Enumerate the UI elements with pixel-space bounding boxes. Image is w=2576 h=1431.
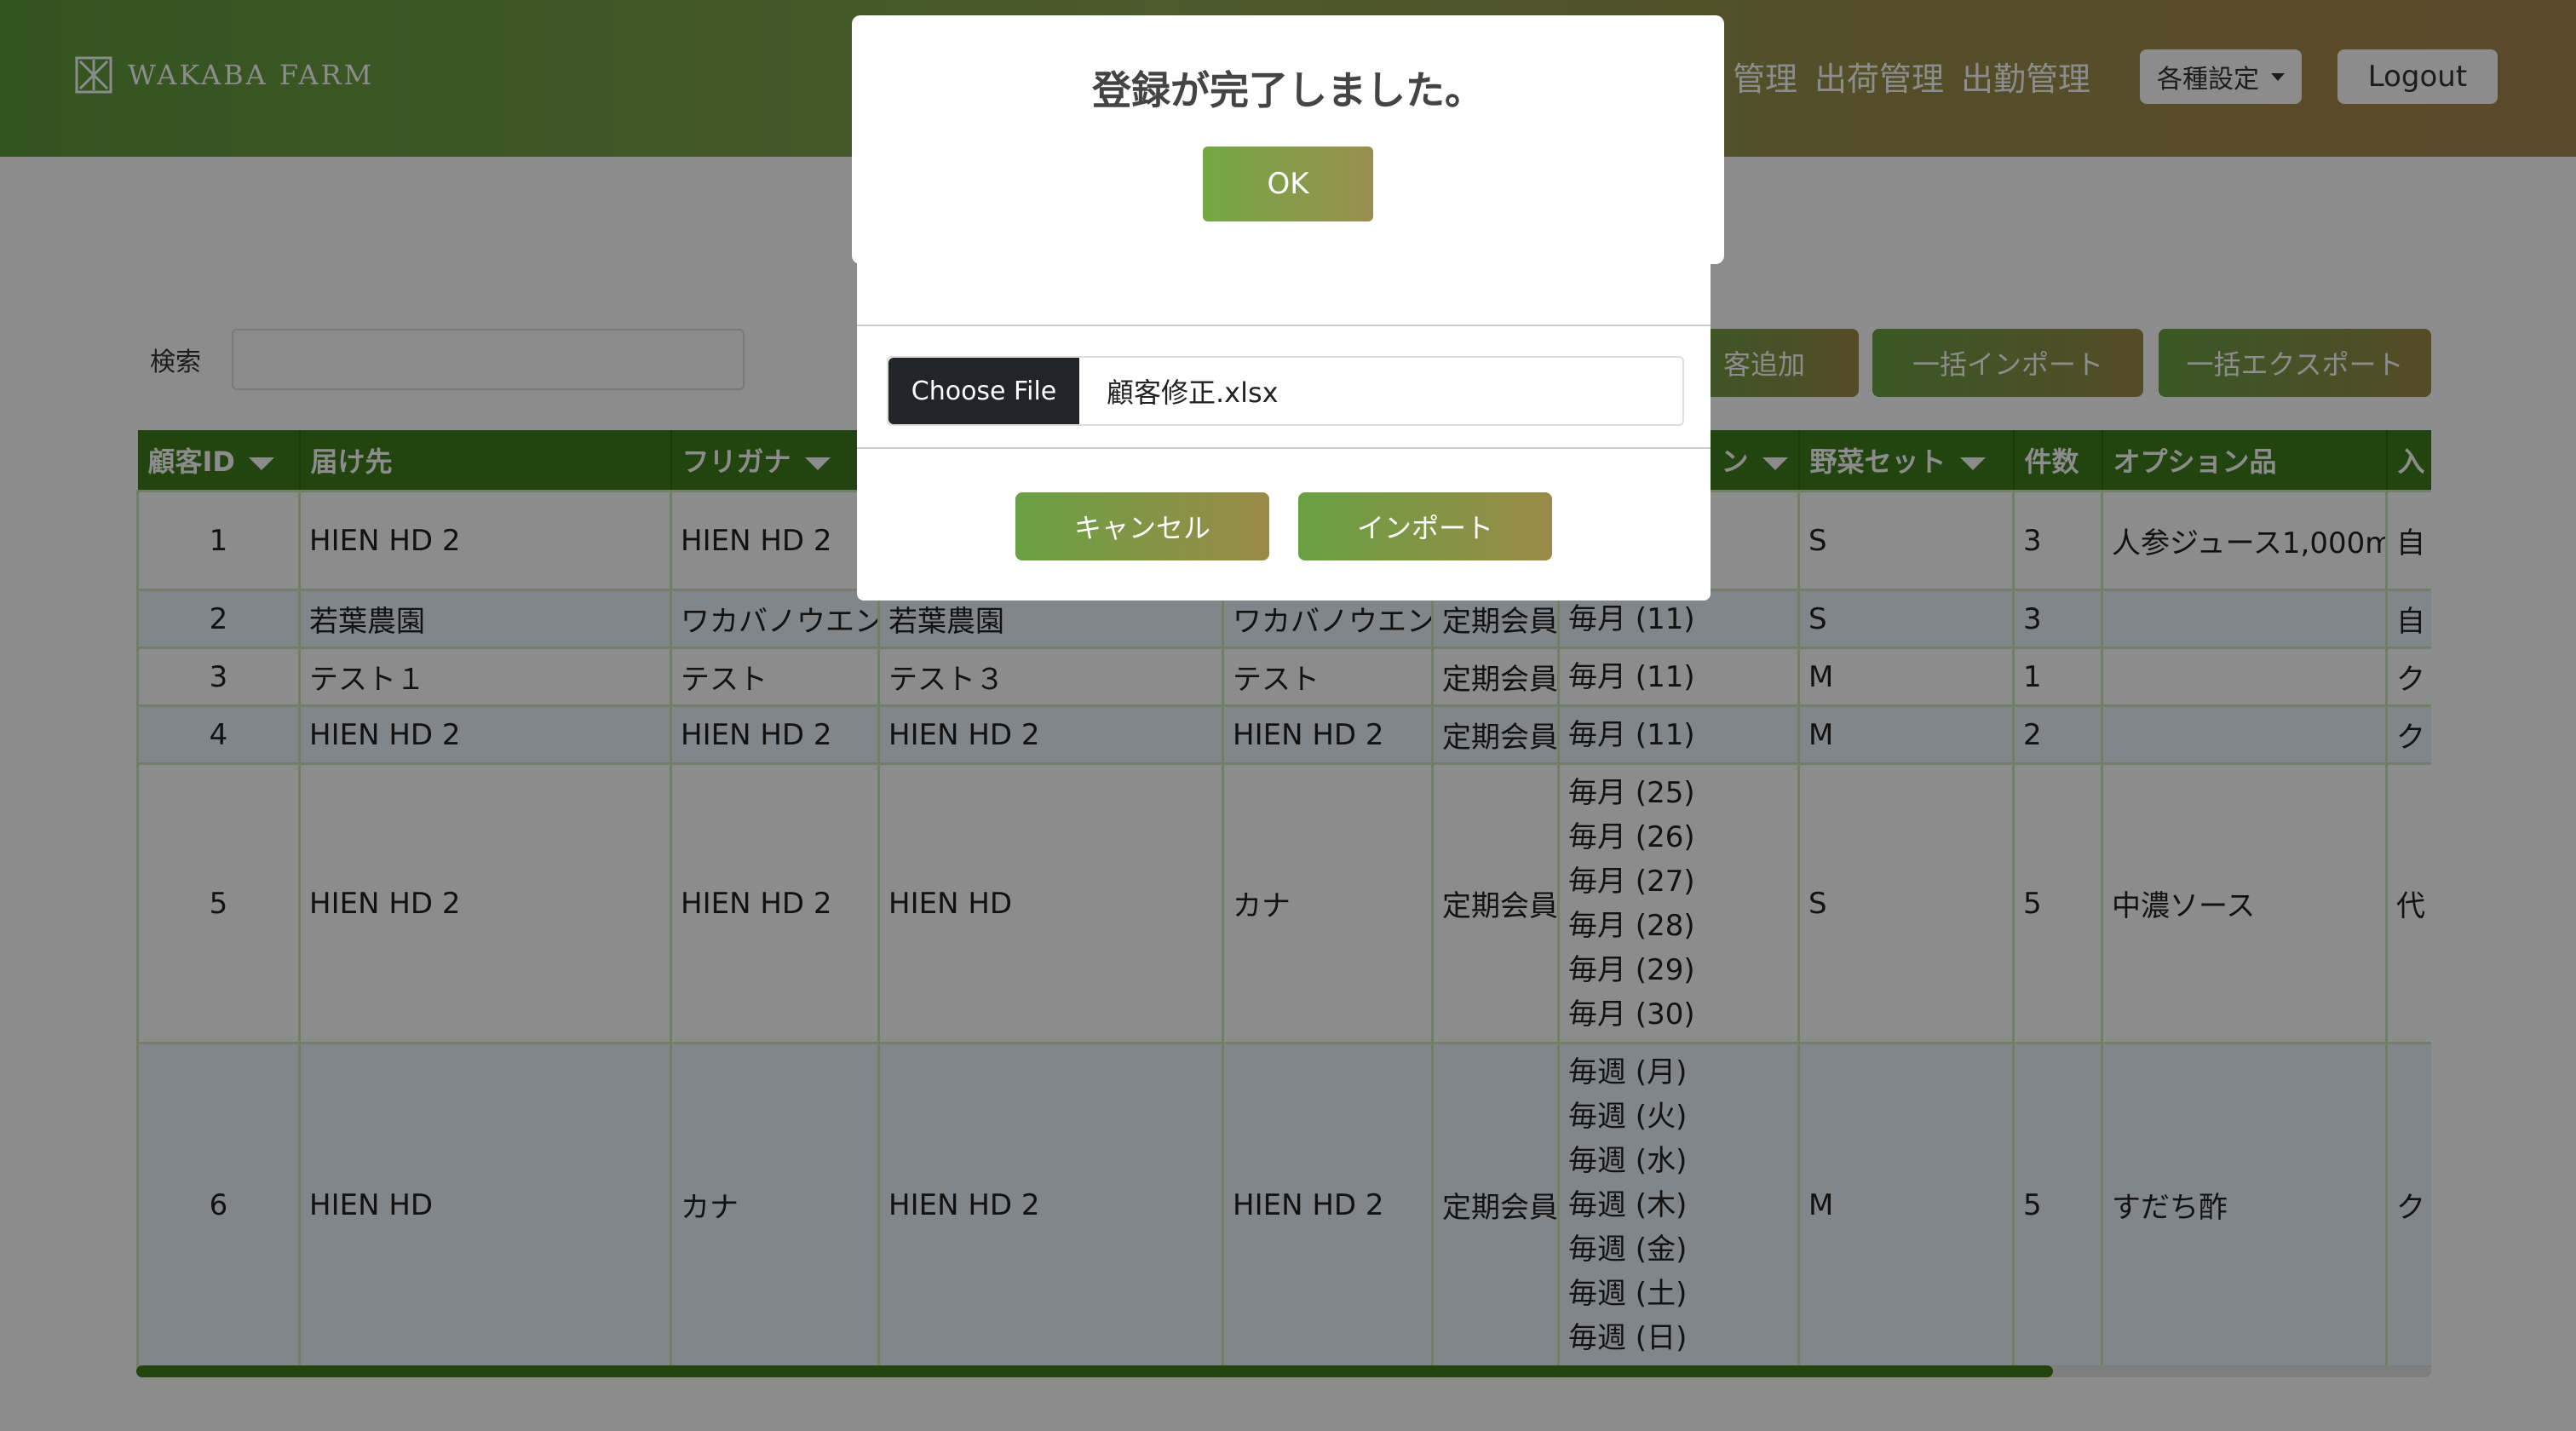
alert-message: 登録が完了しました。 xyxy=(1092,67,1484,113)
import-button[interactable]: インポート xyxy=(1298,492,1552,560)
selected-file-name: 顧客修正.xlsx xyxy=(1107,376,1279,409)
ok-button[interactable]: OK xyxy=(1203,147,1373,221)
modal-divider xyxy=(857,447,1711,449)
file-input[interactable]: Choose File 顧客修正.xlsx xyxy=(887,356,1684,426)
modal-divider xyxy=(857,325,1711,326)
import-modal: Choose File 顧客修正.xlsx キャンセル インポート xyxy=(857,247,1711,601)
choose-file-button[interactable]: Choose File xyxy=(888,358,1079,424)
cancel-button[interactable]: キャンセル xyxy=(1015,492,1269,560)
success-alert: 登録が完了しました。 OK xyxy=(852,15,1724,264)
